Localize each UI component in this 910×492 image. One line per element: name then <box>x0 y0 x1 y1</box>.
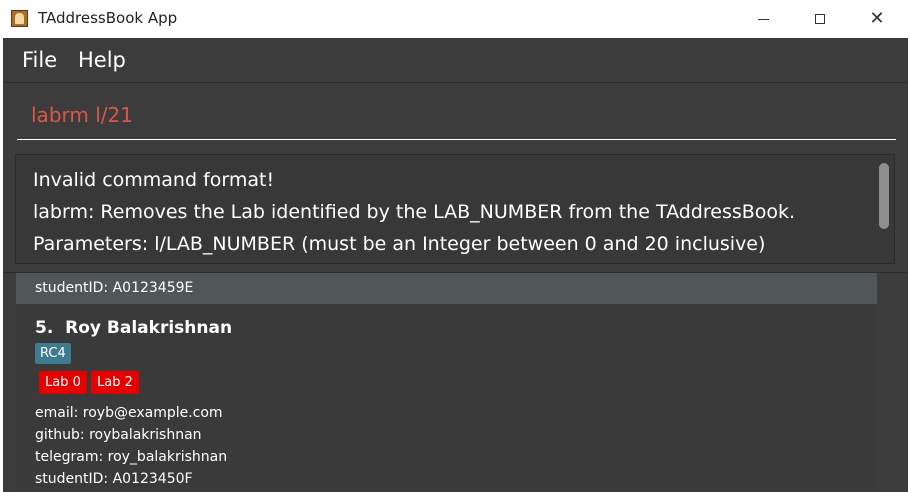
result-line-3: Parameters: l/LAB_NUMBER (must be an Int… <box>33 233 766 255</box>
command-input[interactable]: labrm l/21 <box>17 93 896 140</box>
result-line-1: Invalid command format! <box>33 169 275 191</box>
result-display: Invalid command format! labrm: Removes t… <box>15 154 895 264</box>
close-button[interactable]: ✕ <box>854 0 900 38</box>
previous-student-id: studentID: A0123459E <box>35 280 194 296</box>
app-body: File Help labrm l/21 Invalid command for… <box>3 38 908 492</box>
lab-tag: Lab 2 <box>91 371 139 394</box>
lab-tag: Lab 0 <box>39 371 87 394</box>
menu-file[interactable]: File <box>22 48 57 72</box>
person-list: studentID: A0123459E 5. Roy Balakrishnan… <box>3 272 908 492</box>
group-tag: RC4 <box>35 343 71 364</box>
result-scrollbar[interactable] <box>879 163 889 229</box>
person-email: email: royb@example.com <box>35 405 223 421</box>
title-bar: TAddressBook App ✕ <box>0 0 910 38</box>
person-github: github: roybalakrishnan <box>35 427 202 443</box>
menu-help[interactable]: Help <box>78 48 126 72</box>
window-title: TAddressBook App <box>38 9 178 27</box>
person-card[interactable]: 5. Roy Balakrishnan RC4 Lab 0 Lab 2 emai… <box>16 304 877 492</box>
person-name: 5. Roy Balakrishnan <box>35 318 232 338</box>
maximize-button[interactable] <box>797 0 843 38</box>
previous-person-card[interactable]: studentID: A0123459E <box>16 273 877 304</box>
minimize-icon <box>757 18 769 20</box>
result-line-2: labrm: Removes the Lab identified by the… <box>33 201 796 223</box>
person-telegram: telegram: roy_balakrishnan <box>35 449 228 465</box>
maximize-icon <box>815 14 825 24</box>
command-text: labrm l/21 <box>31 103 133 127</box>
person-index: 5. <box>35 318 54 338</box>
person-name-text: Roy Balakrishnan <box>65 318 233 338</box>
person-student-id: studentID: A0123450F <box>35 471 193 487</box>
minimize-button[interactable] <box>740 0 786 38</box>
menu-bar: File Help <box>3 38 908 83</box>
close-icon: ✕ <box>869 8 885 29</box>
address-book-icon <box>11 10 28 27</box>
